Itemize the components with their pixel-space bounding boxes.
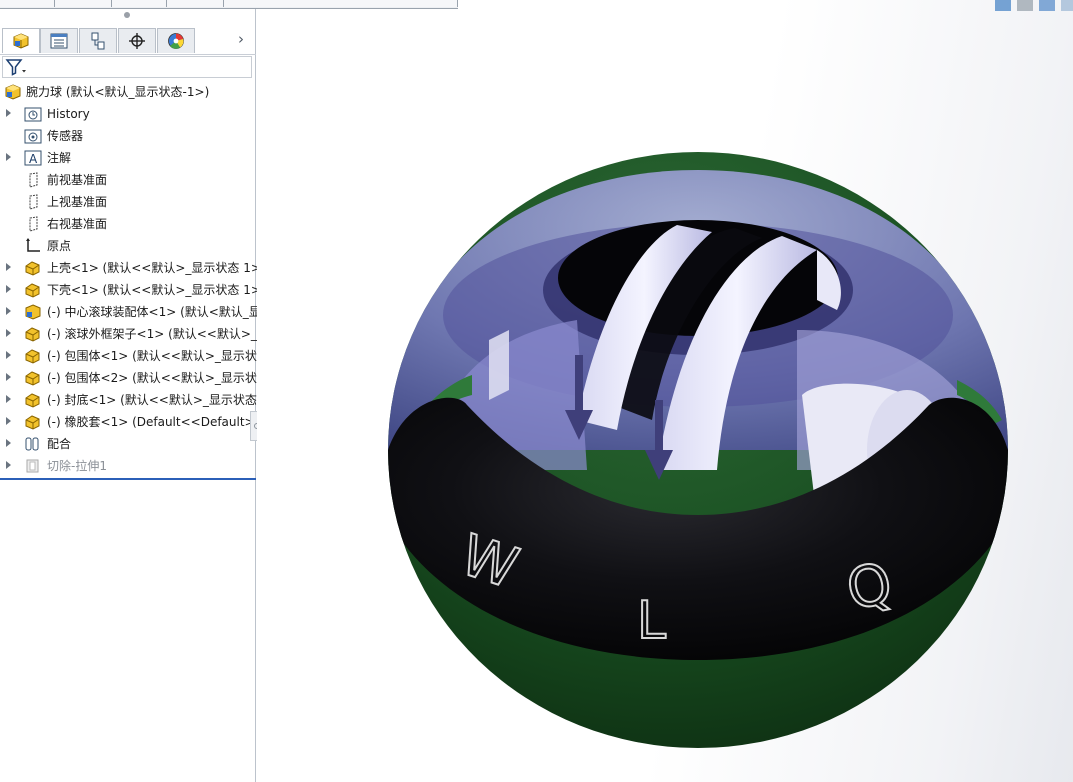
section-view-icon[interactable] xyxy=(1017,0,1033,11)
view-orientation-icon[interactable] xyxy=(995,0,1011,11)
command-manager-tabs xyxy=(0,0,458,9)
expand-arrow-icon[interactable] xyxy=(6,439,11,447)
tree-item-label: (-) 中心滚球装配体<1> (默认<默认_显 xyxy=(47,305,261,319)
tree-item[interactable]: 传感器 xyxy=(0,125,256,147)
cmd-tab-4[interactable] xyxy=(167,0,224,7)
cmd-tab-5[interactable] xyxy=(224,0,458,7)
tree-item[interactable]: 前视基准面 xyxy=(0,169,256,191)
tree-item[interactable]: 切除-拉伸1 xyxy=(0,455,256,477)
mates-icon xyxy=(24,436,42,452)
tree-item-label: 下壳<1> (默认<<默认>_显示状态 1>) xyxy=(47,283,266,297)
tab-dimxpert[interactable] xyxy=(118,28,156,53)
tree-item[interactable]: 原点 xyxy=(0,235,256,257)
expand-arrow-icon[interactable] xyxy=(6,417,11,425)
tree-item[interactable]: (-) 橡胶套<1> (Default<<Default>_P xyxy=(0,411,268,433)
tree-item[interactable]: (-) 滚球外框架子<1> (默认<<默认>_显 xyxy=(0,323,269,345)
tree-filter-box[interactable] xyxy=(2,56,252,78)
tree-item[interactable]: 上视基准面 xyxy=(0,191,256,213)
tree-item-label: 上视基准面 xyxy=(47,195,108,209)
panel-grip-handle[interactable] xyxy=(124,12,130,18)
expand-arrow-icon[interactable] xyxy=(6,109,11,117)
expand-arrow-icon[interactable] xyxy=(6,461,11,469)
propertymanager-icon xyxy=(50,33,68,49)
model-letter-l: L xyxy=(637,591,666,651)
tab-configurationmanager[interactable] xyxy=(79,28,117,53)
tree-item-label: 注解 xyxy=(47,151,72,165)
expand-arrow-icon[interactable] xyxy=(6,373,11,381)
tree-item-label: 配合 xyxy=(47,437,72,451)
graphics-viewport[interactable]: W L Q xyxy=(257,0,1073,782)
tree-root-label: 腕力球 (默认<默认_显示状态-1>) xyxy=(26,85,210,99)
part-icon xyxy=(24,370,42,386)
part-icon xyxy=(24,326,42,342)
part-icon xyxy=(24,282,42,298)
tree-item-label: 前视基准面 xyxy=(47,173,108,187)
tree-item[interactable]: 配合 xyxy=(0,433,256,455)
assembly-root-icon xyxy=(4,84,22,100)
origin-icon xyxy=(24,238,42,254)
tree-item-label: (-) 包围体<2> (默认<<默认>_显示状态 xyxy=(47,371,269,385)
tab-propertymanager[interactable] xyxy=(40,28,78,53)
manager-tab-bar: › xyxy=(0,28,256,55)
svg-text:A: A xyxy=(29,152,38,166)
expand-arrow-icon[interactable] xyxy=(6,153,11,161)
tree-item[interactable]: 下壳<1> (默认<<默认>_显示状态 1>) xyxy=(0,279,266,301)
feature-manager-panel: › 腕力球 (默认<默认_显示状态-1>) History 传感器 A 注解前视基准面上… xyxy=(0,0,269,782)
tree-item[interactable]: (-) 封底<1> (默认<<默认>_显示状态 xyxy=(0,389,257,411)
tree-item[interactable]: History xyxy=(0,103,256,125)
tree-item-label: 右视基准面 xyxy=(47,217,108,231)
part-icon xyxy=(24,392,42,408)
tree-item[interactable]: 右视基准面 xyxy=(0,213,256,235)
tree-item-label: (-) 滚球外框架子<1> (默认<<默认>_显 xyxy=(47,327,269,341)
tree-item-label: History xyxy=(47,107,90,121)
part-icon xyxy=(24,414,42,430)
tree-item-label: 切除-拉伸1 xyxy=(47,459,107,473)
appearance-pie-icon xyxy=(168,33,184,49)
rollback-bar[interactable] xyxy=(0,478,256,480)
cmd-tab-3[interactable] xyxy=(112,0,167,7)
tree-root-assembly[interactable]: 腕力球 (默认<默认_显示状态-1>) xyxy=(0,81,256,103)
crosshair-icon xyxy=(129,33,145,49)
part-icon xyxy=(24,348,42,364)
tree-item[interactable]: 上壳<1> (默认<<默认>_显示状态 1>) xyxy=(0,257,266,279)
tree-item-label: 上壳<1> (默认<<默认>_显示状态 1>) xyxy=(47,261,266,275)
tree-item[interactable]: (-) 中心滚球装配体<1> (默认<默认_显 xyxy=(0,301,261,323)
tree-item-label: (-) 橡胶套<1> (Default<<Default>_P xyxy=(47,415,268,429)
tree-item-label: 原点 xyxy=(47,239,72,253)
plane-icon xyxy=(24,216,42,232)
featuremanager-icon xyxy=(13,33,29,49)
view-settings-icon[interactable] xyxy=(1061,0,1073,11)
wrist-ball-model: W L Q xyxy=(388,152,1008,748)
display-style-icon[interactable] xyxy=(1039,0,1055,11)
heads-up-toolbar xyxy=(995,0,1073,12)
plane-icon xyxy=(24,194,42,210)
cmd-tab-1[interactable] xyxy=(0,0,55,7)
part-icon xyxy=(24,260,42,276)
history-folder-icon xyxy=(24,106,42,122)
annotation-icon: A xyxy=(24,150,42,166)
expand-arrow-icon[interactable] xyxy=(6,351,11,359)
tree-item-label: (-) 包围体<1> (默认<<默认>_显示状态 xyxy=(47,349,269,363)
tree-item[interactable]: (-) 包围体<1> (默认<<默认>_显示状态 xyxy=(0,345,269,367)
subassembly-icon xyxy=(24,304,42,320)
expand-arrow-icon[interactable] xyxy=(6,329,11,337)
filter-funnel-icon[interactable] xyxy=(5,57,27,77)
tree-item[interactable]: (-) 包围体<2> (默认<<默认>_显示状态 xyxy=(0,367,269,389)
tree-item[interactable]: A 注解 xyxy=(0,147,256,169)
cmd-tab-2[interactable] xyxy=(55,0,112,7)
plane-icon xyxy=(24,172,42,188)
expand-arrow-icon[interactable] xyxy=(6,395,11,403)
expand-arrow-icon[interactable] xyxy=(6,263,11,271)
cut-extrude-icon xyxy=(24,458,42,474)
sensor-icon xyxy=(24,128,42,144)
expand-arrow-icon[interactable] xyxy=(6,285,11,293)
tree-item-label: 传感器 xyxy=(47,129,84,143)
expand-arrow-icon[interactable] xyxy=(6,307,11,315)
tab-featuremanager[interactable] xyxy=(2,28,40,53)
tree-item-label: (-) 封底<1> (默认<<默认>_显示状态 xyxy=(47,393,257,407)
chevron-right-icon[interactable]: › xyxy=(238,30,244,48)
configurationmanager-icon xyxy=(91,32,105,50)
tab-displaymanager[interactable] xyxy=(157,28,195,53)
